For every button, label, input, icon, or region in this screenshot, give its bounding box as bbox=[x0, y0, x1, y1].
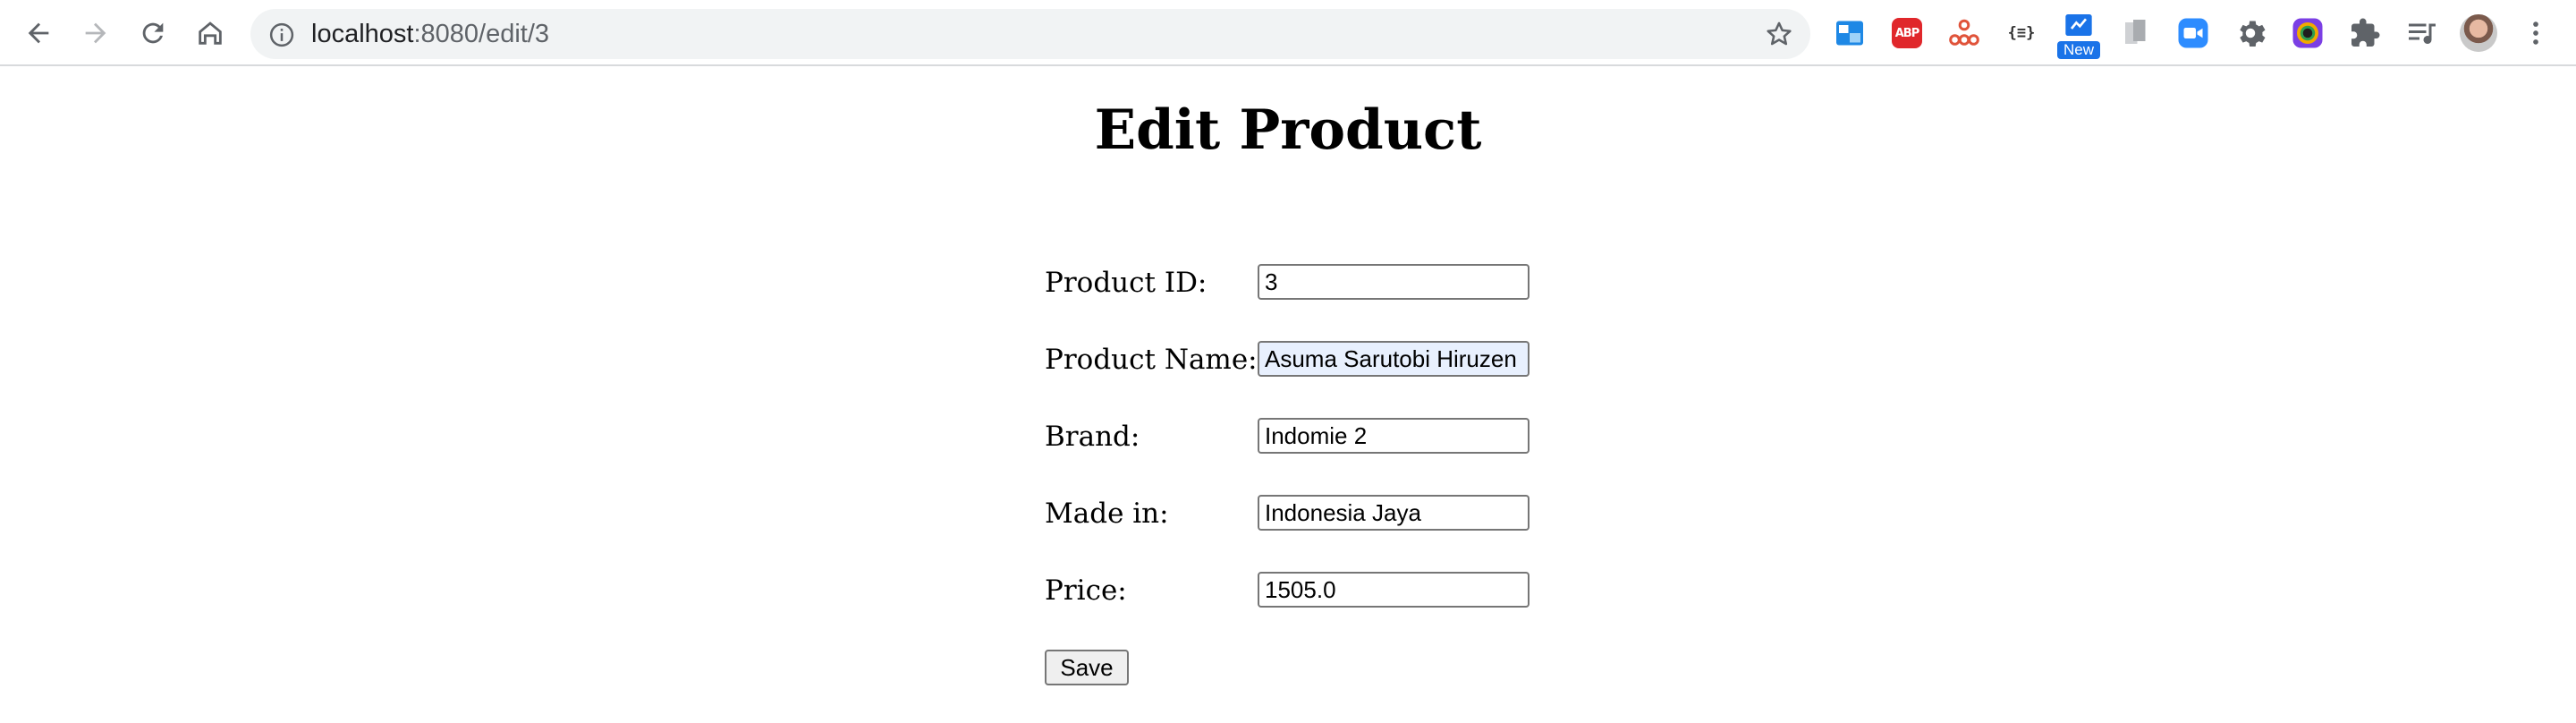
product-id-label: Product ID: bbox=[1045, 267, 1208, 299]
bookmark-pages-glyph bbox=[2125, 20, 2146, 44]
back-arrow-icon bbox=[28, 22, 49, 44]
screen-capture-extension-icon[interactable] bbox=[1832, 15, 1868, 51]
more-vert-icon bbox=[2533, 21, 2538, 45]
brand-input[interactable] bbox=[1258, 418, 1530, 454]
product-name-input[interactable] bbox=[1258, 341, 1530, 377]
zoom-camera-glyph bbox=[2178, 18, 2208, 48]
forward-button[interactable] bbox=[73, 11, 118, 55]
made-in-input[interactable] bbox=[1258, 495, 1530, 531]
url-text[interactable]: localhost:8080/edit/3 bbox=[311, 19, 549, 49]
json-viewer-label: {≡} bbox=[2007, 24, 2036, 42]
reading-list-glyph bbox=[2409, 23, 2436, 45]
reading-list-icon[interactable] bbox=[2404, 15, 2440, 51]
address-bar[interactable]: localhost:8080/edit/3 bbox=[250, 9, 1810, 59]
new-extension-icon[interactable]: New bbox=[2057, 13, 2100, 59]
profile-avatar[interactable] bbox=[2460, 14, 2497, 52]
brand-label: Brand: bbox=[1045, 421, 1140, 453]
price-input[interactable] bbox=[1258, 572, 1530, 608]
home-button[interactable] bbox=[188, 11, 233, 55]
puzzle-icon bbox=[2351, 18, 2380, 47]
extension-icon[interactable] bbox=[2118, 15, 2154, 51]
bookmark-star-icon[interactable] bbox=[1764, 19, 1794, 49]
reload-button[interactable] bbox=[131, 11, 175, 55]
page-title: Edit Product bbox=[1094, 98, 1482, 162]
new-extension-glyph bbox=[2065, 14, 2092, 36]
color-picker-icon[interactable] bbox=[2290, 15, 2326, 51]
url-host: localhost bbox=[311, 20, 414, 48]
org-chart-glyph bbox=[1949, 19, 1979, 46]
made-in-label: Made in: bbox=[1045, 498, 1169, 530]
settings-gear-extension-icon[interactable] bbox=[2233, 15, 2268, 51]
site-info-icon[interactable] bbox=[268, 21, 295, 48]
url-path: :8080/edit/3 bbox=[413, 20, 550, 48]
adblock-plus-icon[interactable]: ABP bbox=[1889, 15, 1925, 51]
browser-toolbar: localhost:8080/edit/3 ABP {≡} New bbox=[0, 0, 2576, 66]
json-viewer-icon[interactable]: {≡} bbox=[2004, 15, 2039, 51]
adblock-plus-label: ABP bbox=[1892, 18, 1922, 48]
product-name-label: Product Name: bbox=[1045, 344, 1258, 376]
color-wheel-glyph bbox=[2292, 18, 2323, 48]
chrome-menu-button[interactable] bbox=[2513, 11, 2558, 55]
forward-arrow-icon bbox=[85, 22, 106, 44]
product-id-input[interactable] bbox=[1258, 264, 1530, 300]
new-badge: New bbox=[2057, 41, 2100, 59]
home-icon bbox=[199, 21, 222, 45]
screen-capture-glyph bbox=[1836, 21, 1863, 46]
gear-icon bbox=[2240, 21, 2266, 47]
extensions-puzzle-icon[interactable] bbox=[2347, 15, 2383, 51]
org-chart-extension-icon[interactable] bbox=[1946, 15, 1982, 51]
save-button[interactable]: Save bbox=[1045, 650, 1129, 685]
zoom-icon[interactable] bbox=[2175, 15, 2211, 51]
reload-icon bbox=[142, 22, 164, 44]
back-button[interactable] bbox=[16, 11, 61, 55]
price-label: Price: bbox=[1045, 574, 1127, 607]
